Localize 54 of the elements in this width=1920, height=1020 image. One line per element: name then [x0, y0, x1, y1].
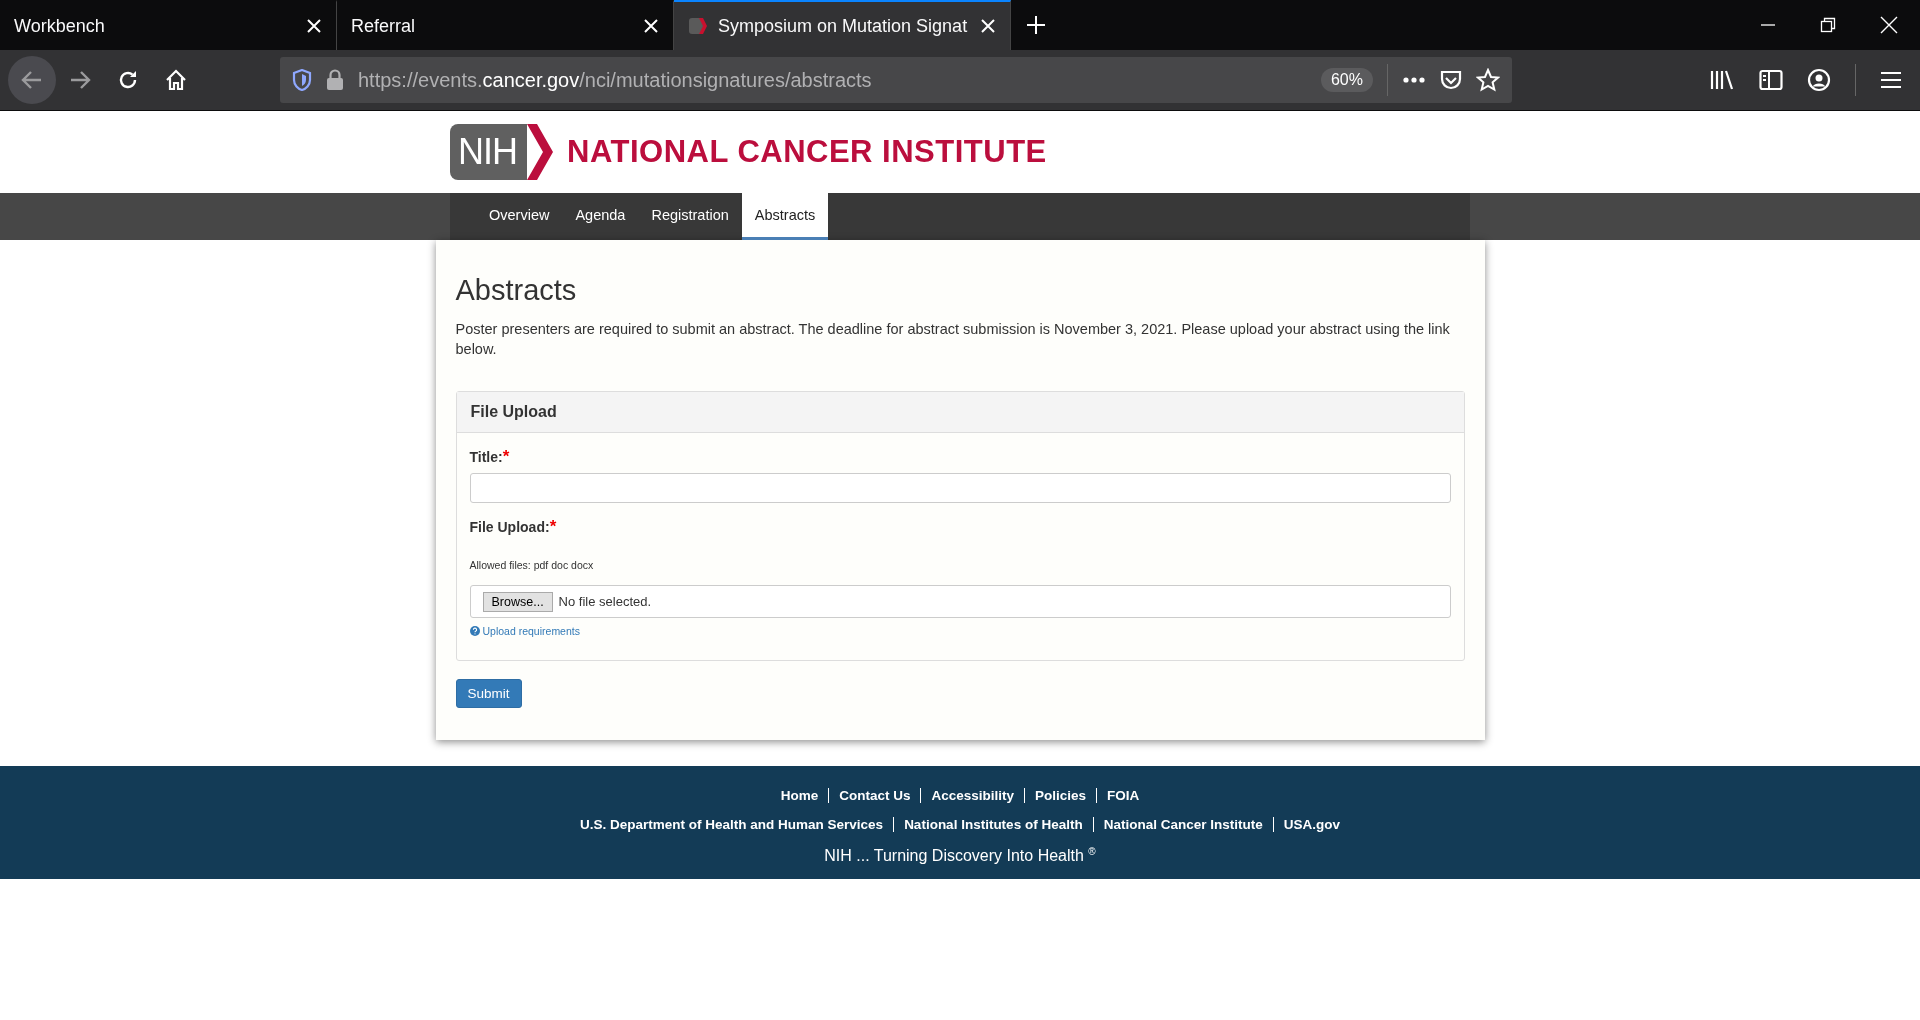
allowed-files-hint: Allowed files: pdf doc docx: [469, 559, 594, 571]
close-icon[interactable]: [980, 18, 996, 34]
tab-title: Symposium on Mutation Signat: [718, 15, 969, 37]
more-icon[interactable]: [1402, 76, 1426, 84]
browse-button[interactable]: Browse...: [482, 591, 553, 612]
tab-title: Workbench: [14, 15, 106, 37]
upload-requirements-link[interactable]: Upload requirements: [469, 625, 580, 637]
nav-tab[interactable]: Registration: [638, 193, 742, 240]
file-input-field[interactable]: Browse... No file selected.: [469, 585, 1451, 618]
field-label: Title:*: [469, 447, 511, 467]
footer-link[interactable]: USA.gov: [1272, 817, 1350, 832]
home-icon: [164, 68, 188, 92]
tab-title: Referral: [351, 15, 417, 37]
footer-link[interactable]: Home: [770, 788, 829, 803]
nav-tab[interactable]: Overview: [476, 193, 563, 240]
footer-link[interactable]: FOIA: [1096, 788, 1150, 803]
shield-icon: [292, 69, 312, 91]
footer-link[interactable]: Policies: [1024, 788, 1097, 803]
nav-tab[interactable]: Abstracts: [741, 193, 829, 240]
page-heading: Abstracts: [455, 274, 578, 307]
restore-icon[interactable]: [1820, 17, 1836, 33]
footer-link[interactable]: National Cancer Institute: [1092, 817, 1273, 832]
browser-tab[interactable]: Symposium on Mutation Signat: [674, 0, 1011, 50]
menu-icon[interactable]: [1880, 70, 1902, 90]
nav-tab[interactable]: Agenda: [562, 193, 639, 240]
pocket-icon[interactable]: [1440, 69, 1462, 91]
footer-tagline: NIH ... Turning Discovery Into Health $^{®}$: [823, 846, 1097, 866]
footer-link[interactable]: Accessibility: [920, 788, 1024, 803]
logo-badge: NIH: [450, 124, 527, 180]
intro-text: Poster presenters are required to submit an abstract. The deadline for abstract submission is November 3, 2021. Please upload your abstract using the link below.: [455, 320, 1451, 359]
footer-link[interactable]: National Institutes of Health: [893, 817, 1093, 832]
account-icon[interactable]: [1807, 68, 1831, 92]
title-input-field[interactable]: [469, 473, 1451, 503]
chevron-logo-icon: [527, 124, 555, 180]
panel-header: File Upload: [456, 392, 1464, 433]
close-icon[interactable]: [306, 18, 322, 34]
site-title: NATIONAL CANCER INSTITUTE: [567, 134, 1047, 170]
lock-icon: [326, 69, 344, 91]
zoom-level[interactable]: 60%: [1320, 68, 1373, 92]
star-icon[interactable]: [1476, 68, 1500, 92]
close-icon[interactable]: [643, 18, 659, 34]
footer-link[interactable]: Contact Us: [828, 788, 921, 803]
question-circle-icon: [469, 626, 480, 636]
address-bar[interactable]: https://events.cancer.gov/nci/mutationsignatures/abstracts 60%: [280, 57, 1512, 103]
close-window-icon[interactable]: [1880, 16, 1898, 34]
file-status-text: No file selected.: [558, 594, 652, 609]
footer-link[interactable]: U.S. Department of Health and Human Services: [570, 817, 894, 832]
submit-button[interactable]: Submit: [455, 679, 522, 708]
url-text: https://events.cancer.gov/nci/mutationsignatures/abstracts: [358, 68, 873, 92]
new-tab-icon[interactable]: [1025, 14, 1047, 36]
back-button[interactable]: [8, 56, 56, 104]
sidebar-icon[interactable]: [1759, 69, 1783, 91]
field-label: File Upload:*: [469, 517, 558, 537]
library-icon[interactable]: [1709, 68, 1735, 92]
